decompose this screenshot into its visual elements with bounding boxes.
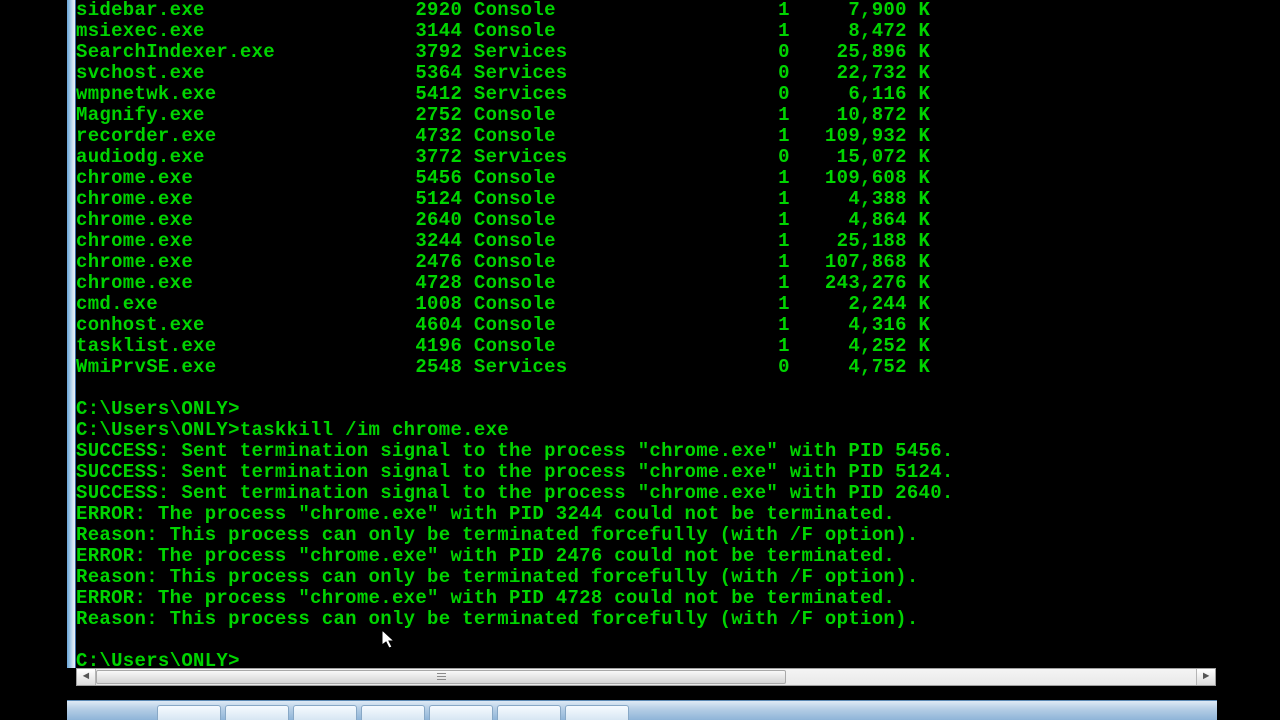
terminal-line: SUCCESS: Sent termination signal to the … [76, 462, 1216, 483]
terminal-line: tasklist.exe 4196 Console 1 4,252 K [76, 336, 1216, 357]
taskbar-button[interactable] [565, 705, 629, 720]
terminal-line: C:\Users\ONLY> [76, 651, 1216, 666]
terminal-line [76, 630, 1216, 651]
scroll-left-button[interactable]: ◄ [77, 669, 96, 685]
terminal-line: Reason: This process can only be termina… [76, 525, 1216, 546]
terminal-line: chrome.exe 4728 Console 1 243,276 K [76, 273, 1216, 294]
terminal-line: C:\Users\ONLY> [76, 399, 1216, 420]
taskbar-button[interactable] [429, 705, 493, 720]
terminal-line: WmiPrvSE.exe 2548 Services 0 4,752 K [76, 357, 1216, 378]
terminal-line: ERROR: The process "chrome.exe" with PID… [76, 504, 1216, 525]
terminal-line: audiodg.exe 3772 Services 0 15,072 K [76, 147, 1216, 168]
terminal-line: Reason: This process can only be termina… [76, 567, 1216, 588]
terminal-line: msiexec.exe 3144 Console 1 8,472 K [76, 21, 1216, 42]
terminal-line: chrome.exe 5456 Console 1 109,608 K [76, 168, 1216, 189]
terminal-line: SUCCESS: Sent termination signal to the … [76, 441, 1216, 462]
terminal-line: SearchIndexer.exe 3792 Services 0 25,896… [76, 42, 1216, 63]
taskbar-button[interactable] [293, 705, 357, 720]
terminal-line: ERROR: The process "chrome.exe" with PID… [76, 588, 1216, 609]
scrollbar-thumb[interactable] [96, 670, 786, 684]
terminal-line: recorder.exe 4732 Console 1 109,932 K [76, 126, 1216, 147]
taskbar[interactable] [67, 700, 1217, 720]
terminal-line: svchost.exe 5364 Services 0 22,732 K [76, 63, 1216, 84]
window-frame-left [67, 0, 76, 668]
terminal-line: Reason: This process can only be termina… [76, 609, 1216, 630]
scroll-right-button[interactable]: ► [1196, 669, 1215, 685]
terminal-line: wmpnetwk.exe 5412 Services 0 6,116 K [76, 84, 1216, 105]
terminal-line: chrome.exe 5124 Console 1 4,388 K [76, 189, 1216, 210]
triangle-right-icon: ► [1203, 671, 1210, 683]
terminal-line: ERROR: The process "chrome.exe" with PID… [76, 546, 1216, 567]
terminal-line: SUCCESS: Sent termination signal to the … [76, 483, 1216, 504]
terminal-output[interactable]: sidebar.exe 2920 Console 1 7,900 Kmsiexe… [76, 0, 1216, 666]
scrollbar-track[interactable] [96, 669, 1196, 685]
taskbar-button[interactable] [497, 705, 561, 720]
terminal-line: sidebar.exe 2920 Console 1 7,900 K [76, 0, 1216, 21]
terminal-line: chrome.exe 3244 Console 1 25,188 K [76, 231, 1216, 252]
terminal-line: Magnify.exe 2752 Console 1 10,872 K [76, 105, 1216, 126]
terminal-line [76, 378, 1216, 399]
taskbar-button[interactable] [361, 705, 425, 720]
terminal-line: chrome.exe 2640 Console 1 4,864 K [76, 210, 1216, 231]
terminal-line: C:\Users\ONLY>taskkill /im chrome.exe [76, 420, 1216, 441]
scrollbar-grip-icon [437, 673, 446, 681]
terminal-line: cmd.exe 1008 Console 1 2,244 K [76, 294, 1216, 315]
triangle-left-icon: ◄ [83, 671, 90, 683]
horizontal-scrollbar[interactable]: ◄ ► [76, 668, 1216, 686]
terminal-line: chrome.exe 2476 Console 1 107,868 K [76, 252, 1216, 273]
taskbar-button[interactable] [157, 705, 221, 720]
taskbar-button[interactable] [225, 705, 289, 720]
terminal-line: conhost.exe 4604 Console 1 4,316 K [76, 315, 1216, 336]
